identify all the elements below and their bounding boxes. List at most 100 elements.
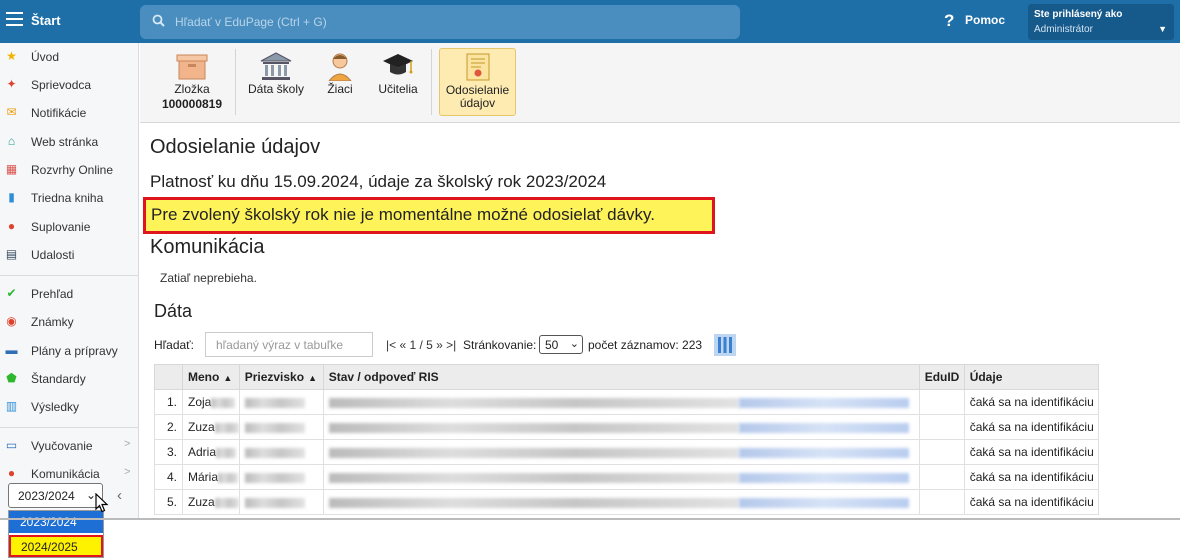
sidebar-item-prehlad[interactable]: ✔ Prehľad (0, 281, 139, 307)
col-priezvisko[interactable]: Priezvisko ▲ (238, 364, 324, 390)
bar-chart-icon: ▥ (5, 399, 18, 413)
table-row[interactable]: 4. Mária čaká sa na identifikáciu (154, 464, 1100, 490)
table-search-label: Hľadať: (154, 338, 195, 352)
search-icon (152, 14, 165, 30)
cell-eduid (918, 464, 965, 490)
col-stav[interactable]: Stav / odpoveď RIS (322, 364, 920, 390)
help-link[interactable]: Pomoc (965, 13, 1005, 27)
col-index (154, 364, 183, 390)
year-option-2024-2025[interactable]: 2024/2025 (9, 535, 103, 557)
communication-status: Zatiaľ neprebieha. (160, 271, 257, 285)
start-link[interactable]: Štart (31, 13, 61, 28)
sidebar-item-standardy[interactable]: ⬟ Štandardy (0, 366, 139, 392)
cell-priezvisko (238, 414, 324, 440)
user-menu[interactable]: Ste prihlásený ako Administrátor ▼ (1028, 4, 1174, 40)
table-search-input[interactable]: hľadaný výraz v tabuľke (205, 332, 373, 357)
col-udaje[interactable]: Údaje (963, 364, 1100, 390)
chevron-right-icon: > (124, 438, 131, 450)
cell-priezvisko (238, 439, 324, 465)
year-option-2023-2024[interactable]: 2023/2024 (9, 511, 103, 533)
chevron-down-icon: ⌄ (569, 338, 579, 350)
book-icon: ▮ (8, 190, 15, 204)
person-icon: ● (7, 219, 16, 233)
sidebar-item-udalosti[interactable]: ▤ Udalosti (0, 242, 139, 268)
cell-meno: Zoja (182, 389, 240, 415)
module-toolbar: Zložka 100000819 Dáta školy Žiaci Učitel… (140, 43, 1180, 123)
sidebar-divider (0, 427, 139, 428)
school-year-select[interactable]: 2023/2024 ⌄ (8, 483, 103, 508)
cell-udaje: čaká sa na identifikáciu (963, 389, 1100, 415)
toolbar-zlozka[interactable]: Zložka 100000819 (158, 48, 226, 116)
paging-label: Stránkovanie: (463, 338, 537, 352)
cell-meno: Zuza (182, 489, 240, 515)
grid-icon: ▦ (5, 162, 18, 176)
validity-text: Platnosť ku dňu 15.09.2024, údaje za ško… (150, 172, 607, 191)
mouse-cursor-icon (95, 492, 109, 518)
cell-priezvisko (238, 389, 324, 415)
collapse-sidebar-icon[interactable]: ‹ (117, 487, 122, 504)
sidebar-item-vysledky[interactable]: ▥ Výsledky (0, 394, 139, 420)
toolbar-divider (235, 49, 236, 115)
table-row[interactable]: 5. Zuza čaká sa na identifikáciu (154, 489, 1100, 515)
sidebar-item-notifikacie[interactable]: ✉ Notifikácie (0, 100, 139, 126)
search-placeholder: Hľadať v EduPage (Ctrl + G) (175, 15, 327, 29)
sidebar-item-sprievodca[interactable]: ✦ Sprievodca (0, 72, 139, 98)
table-row[interactable]: 2. Zuza čaká sa na identifikáciu (154, 414, 1100, 440)
cell-priezvisko (238, 464, 324, 490)
cell-stav (322, 389, 920, 415)
sidebar: ★ Úvod ✦ Sprievodca ✉ Notifikácie ⌂ Web strá… (0, 43, 139, 519)
sidebar-item-rozvrhy[interactable]: ▦ Rozvrhy Online (0, 157, 139, 183)
toolbar-ziaci[interactable]: Žiaci (318, 48, 362, 116)
cell-stav (322, 439, 920, 465)
school-building-icon (260, 52, 292, 80)
cell-stav (322, 414, 920, 440)
global-search-input[interactable]: Hľadať v EduPage (Ctrl + G) (140, 5, 740, 39)
chat-icon: ● (7, 466, 16, 480)
check-circle-icon: ✔ (6, 286, 17, 300)
cell-eduid (918, 489, 965, 515)
wand-icon: ✦ (6, 77, 17, 91)
cell-stav (322, 489, 920, 515)
sidebar-item-triedna-kniha[interactable]: ▮ Triedna kniha (0, 185, 139, 211)
cell-udaje: čaká sa na identifikáciu (963, 439, 1100, 465)
columns-settings-icon[interactable] (714, 334, 736, 356)
record-count: počet záznamov: 223 (588, 338, 703, 352)
page-size-value: 50 (545, 338, 559, 352)
cell-udaje: čaká sa na identifikáciu (963, 464, 1100, 490)
data-table: Meno ▲ Priezvisko ▲ Stav / odpoveď RIS Edu… (154, 364, 1100, 515)
sidebar-item-plany[interactable]: ▬ Plány a prípravy (0, 338, 139, 364)
cell-eduid (918, 414, 965, 440)
folder-box-icon (176, 54, 208, 80)
col-eduid[interactable]: EduID (918, 364, 965, 390)
menu-icon[interactable] (6, 12, 23, 26)
briefcase-icon: ▬ (5, 343, 18, 357)
user-role: Administrátor (1034, 24, 1093, 35)
sort-asc-icon: ▲ (223, 373, 233, 383)
home-icon: ⌂ (7, 134, 16, 148)
pagination-controls[interactable]: |< « 1 / 5 » >| (386, 338, 456, 352)
grade-icon: ◉ (6, 314, 17, 328)
cell-priezvisko (238, 489, 324, 515)
chevron-down-icon: ▼ (1158, 24, 1167, 34)
help-icon[interactable]: ? (944, 11, 954, 31)
cell-eduid (918, 439, 965, 465)
student-icon (328, 53, 352, 81)
top-bar: Štart Hľadať v EduPage (Ctrl + G) ? Pomo… (0, 0, 1180, 43)
toolbar-ucitelia[interactable]: Učitelia (372, 48, 424, 116)
col-meno[interactable]: Meno ▲ (182, 364, 240, 390)
table-row[interactable]: 3. Adria čaká sa na identifikáciu (154, 439, 1100, 465)
sidebar-item-suplovanie[interactable]: ● Suplovanie (0, 214, 139, 240)
warning-message: Pre zvolený školský rok nie je momentáln… (143, 197, 715, 234)
sidebar-item-znamky[interactable]: ◉ Známky (0, 309, 139, 335)
toolbar-odosielanie[interactable]: Odosielanie údajov (439, 48, 516, 116)
sidebar-item-vyucovanie[interactable]: ▭ Vyučovanie > (0, 433, 139, 459)
main-content: Odosielanie údajov Platnosť ku dňu 15.09… (140, 124, 1180, 519)
table-row[interactable]: 1. Zoja čaká sa na identifikáciu (154, 389, 1100, 415)
sidebar-item-uvod[interactable]: ★ Úvod (0, 44, 139, 70)
page-size-select[interactable]: 50 ⌄ (539, 335, 583, 354)
cell-udaje: čaká sa na identifikáciu (963, 414, 1100, 440)
sidebar-item-web[interactable]: ⌂ Web stránka (0, 129, 139, 155)
toolbar-data-skoly[interactable]: Dáta školy (244, 48, 308, 116)
communication-heading: Komunikácia (150, 236, 265, 258)
user-line1: Ste prihlásený ako (1034, 9, 1123, 20)
